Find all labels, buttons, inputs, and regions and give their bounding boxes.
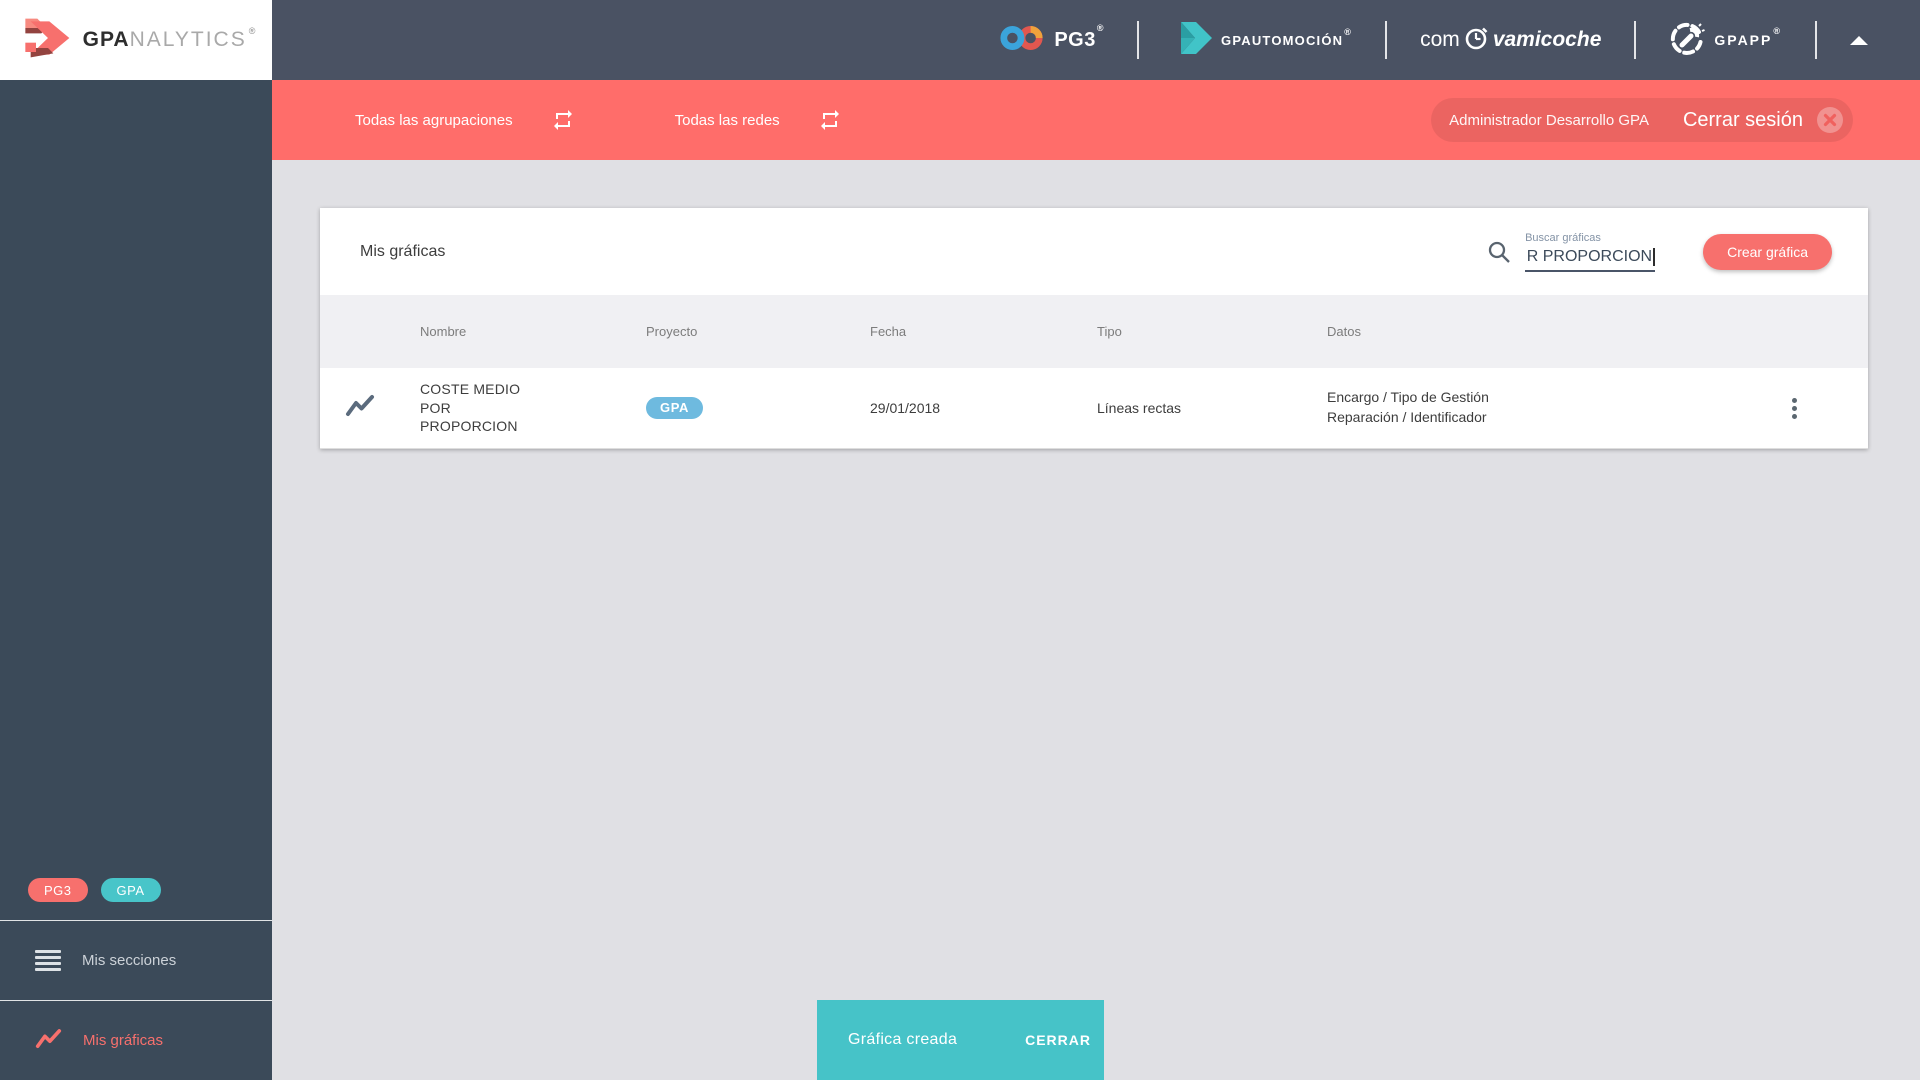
sidebar-item-label: Mis secciones	[82, 952, 177, 969]
chart-name: COSTE MEDIO POR PROPORCION	[420, 381, 521, 434]
column-header-datos: Datos	[1327, 324, 1361, 339]
filter-bar: Todas las agrupaciones Todas las redes A…	[272, 80, 1920, 160]
chart-line-icon	[35, 1028, 62, 1054]
header-divider	[1137, 21, 1140, 59]
pg3-reg: ®	[1096, 22, 1105, 33]
logged-user-label: Administrador Desarrollo GPA	[1449, 111, 1649, 129]
text-cursor	[1653, 247, 1656, 266]
page-title: Mis gráficas	[360, 242, 446, 260]
comvamicoche-pre-label: com	[1420, 28, 1460, 51]
column-header-tipo: Tipo	[1097, 324, 1122, 339]
partner-brand-bar: PG3® GPAUTOMOCIÓN® com vamicoche GPAPP®	[999, 0, 1868, 80]
row-menu-icon[interactable]	[1786, 392, 1803, 425]
redes-filter-label[interactable]: Todas las redes	[675, 112, 780, 129]
datos-line-1: Encargo / Tipo de Gestión	[1327, 389, 1489, 406]
gpa-badge[interactable]: GPA	[100, 878, 161, 902]
sections-icon	[35, 950, 61, 971]
mis-graficas-card: Mis gráficas Buscar gráficas R PROPORCIO…	[320, 208, 1868, 449]
gpautomocion-reg: ®	[1344, 26, 1353, 37]
stopwatch-icon	[1463, 24, 1490, 56]
sidebar-badges: PG3 GPA	[0, 860, 272, 920]
table-row[interactable]: COSTE MEDIO POR PROPORCION GPA 29/01/201…	[320, 368, 1868, 448]
header-divider	[1385, 21, 1388, 59]
collapse-header-arrow-icon[interactable]	[1850, 35, 1868, 45]
search-icon[interactable]	[1486, 239, 1512, 265]
create-chart-button[interactable]: Crear gráfica	[1703, 233, 1832, 270]
agrupaciones-filter-label[interactable]: Todas las agrupaciones	[355, 112, 513, 129]
comvamicoche-brand: com vamicoche	[1420, 24, 1601, 56]
search-field[interactable]: Buscar gráficas R PROPORCION	[1525, 231, 1656, 272]
app-header: PG3® GPAUTOMOCIÓN® com vamicoche GPAPP®	[0, 0, 1920, 80]
row-fecha-cell: 29/01/2018	[870, 399, 941, 416]
row-nombre-cell: COSTE MEDIO POR PROPORCION	[400, 368, 626, 448]
gpapp-label: GPAPP®	[1714, 26, 1782, 48]
row-datos-cell: Encargo / Tipo de Gestión Reparación / I…	[1307, 368, 1720, 448]
header-divider	[1815, 21, 1817, 59]
gpautomocion-arrow-icon	[1172, 21, 1213, 59]
row-chart-type-icon	[320, 368, 400, 448]
pg3-badge[interactable]: PG3	[28, 878, 88, 902]
gpapp-reg: ®	[1773, 26, 1782, 36]
logout-button[interactable]: Cerrar sesión	[1683, 109, 1803, 132]
column-header-fecha: Fecha	[870, 324, 907, 339]
search-input-value: R PROPORCION	[1526, 247, 1653, 265]
column-header-icon	[320, 295, 400, 368]
project-badge: GPA	[646, 396, 704, 419]
toast-message: Gráfica creada	[848, 1031, 958, 1048]
table-header-row: Nombre Proyecto Fecha Tipo Datos	[320, 295, 1868, 368]
gpapp-brand: GPAPP®	[1669, 20, 1782, 61]
charts-table: Nombre Proyecto Fecha Tipo Datos COSTE M…	[320, 295, 1868, 449]
sidebar-item-label: Mis gráficas	[83, 1032, 164, 1049]
sidebar-bottom-nav: PG3 GPA Mis secciones Mis gráficas	[0, 860, 272, 1080]
gpautomocion-label: GPAUTOMOCIÓN®	[1221, 26, 1353, 48]
gpautomocion-brand: GPAUTOMOCIÓN®	[1172, 21, 1353, 59]
pg3-brand: PG3®	[999, 23, 1104, 58]
swap-redes-icon[interactable]	[818, 108, 842, 132]
sidebar: PG3 GPA Mis secciones Mis gráficas	[0, 80, 272, 1080]
comvamicoche-post-label: vamicoche	[1492, 28, 1602, 51]
gpanalytics-arrow-icon	[16, 13, 72, 68]
header-divider	[1634, 21, 1637, 59]
row-proyecto-cell: GPA	[626, 368, 850, 448]
column-header-actions	[1720, 295, 1868, 368]
datos-line-2: Reparación / Identificador	[1327, 408, 1487, 425]
gpapp-wrench-icon	[1669, 20, 1706, 61]
snackbar-toast: Gráfica creada CERRAR	[817, 1000, 1104, 1080]
column-header-proyecto: Proyecto	[646, 324, 698, 339]
card-header: Mis gráficas Buscar gráficas R PROPORCIO…	[320, 208, 1868, 295]
row-actions-cell	[1720, 368, 1868, 448]
logo-gpa-label: GPA	[82, 28, 130, 51]
logo-reg: ®	[248, 26, 257, 36]
session-pill: Administrador Desarrollo GPA Cerrar sesi…	[1431, 98, 1853, 142]
gpanalytics-logo: GPA NALYTICS ®	[0, 0, 272, 80]
swap-agrupaciones-icon[interactable]	[551, 108, 575, 132]
pg3-infinity-icon	[999, 23, 1045, 58]
row-tipo-cell: Líneas rectas	[1097, 399, 1182, 416]
search-field-label: Buscar gráficas	[1525, 231, 1601, 244]
column-header-nombre: Nombre	[420, 324, 467, 339]
search-input[interactable]: R PROPORCION	[1525, 247, 1656, 272]
sidebar-item-mis-graficas[interactable]: Mis gráficas	[0, 1000, 272, 1080]
pg3-label: PG3®	[1054, 22, 1105, 51]
sidebar-item-mis-secciones[interactable]: Mis secciones	[0, 920, 272, 1000]
toast-close-button[interactable]: CERRAR	[1025, 1032, 1091, 1048]
filter-selectors: Todas las agrupaciones Todas las redes	[272, 108, 842, 132]
logout-close-icon[interactable]	[1816, 106, 1844, 134]
logo-nalytics-label: NALYTICS	[129, 28, 247, 51]
